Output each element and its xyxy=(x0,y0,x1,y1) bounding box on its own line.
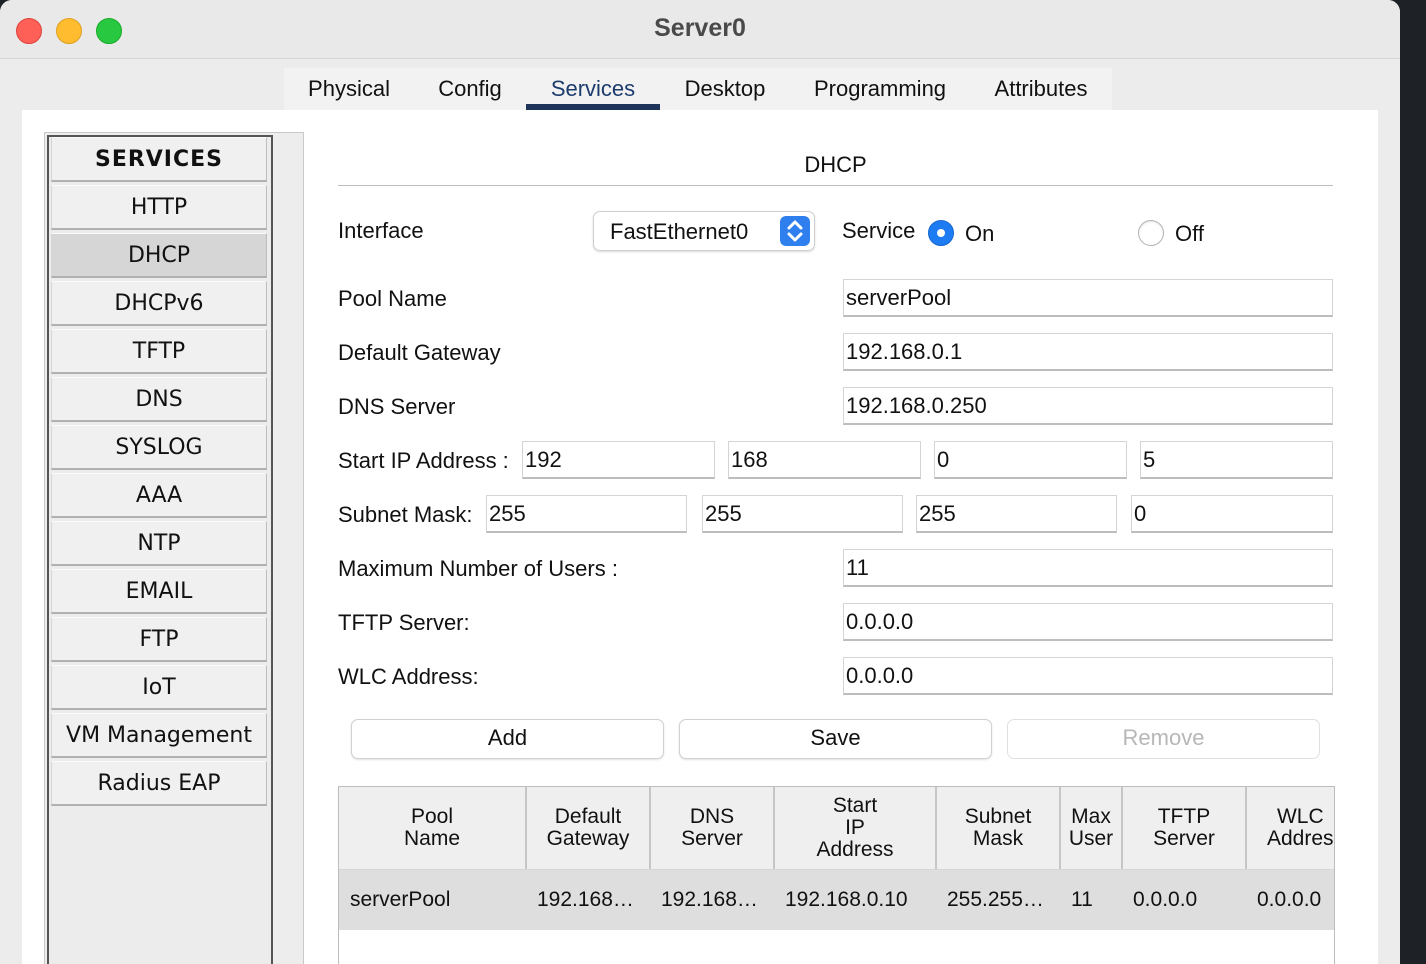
column-header-pool-name[interactable]: Pool Name xyxy=(339,787,527,869)
subnet-octet-1[interactable] xyxy=(486,495,687,533)
sidebar-item-aaa[interactable]: AAA xyxy=(51,473,267,518)
sidebar-item-http[interactable]: HTTP xyxy=(51,185,267,230)
dns-server-field[interactable] xyxy=(843,387,1333,425)
max-users-field[interactable] xyxy=(843,549,1333,587)
interface-value: FastEthernet0 xyxy=(610,219,749,244)
tab-desktop[interactable]: Desktop xyxy=(684,68,766,110)
service-on-label: On xyxy=(965,221,995,246)
column-header-tftp-server[interactable]: TFTP Server xyxy=(1123,787,1247,869)
sidebar-item-dhcp[interactable]: DHCP xyxy=(51,233,267,278)
column-header-subnet-mask[interactable]: Subnet Mask xyxy=(937,787,1061,869)
sidebar-item-radius-eap[interactable]: Radius EAP xyxy=(51,761,267,806)
table-header: Pool Name Default Gateway DNS Server Sta… xyxy=(339,787,1334,870)
tftp-server-label: TFTP Server: xyxy=(338,610,470,635)
sidebar-item-dns[interactable]: DNS xyxy=(51,377,267,422)
service-on-radio[interactable] xyxy=(928,220,954,246)
services-sidebar: SERVICES HTTP DHCP DHCPv6 TFTP DNS SYSLO… xyxy=(44,132,304,964)
subnet-octet-3[interactable] xyxy=(916,495,1117,533)
cell-dns-server: 192.168… xyxy=(661,888,758,911)
tftp-server-field[interactable] xyxy=(843,603,1333,641)
sidebar-item-iot[interactable]: IoT xyxy=(51,665,267,710)
column-header-dns-server[interactable]: DNS Server xyxy=(651,787,775,869)
tab-physical[interactable]: Physical xyxy=(308,68,390,110)
sidebar-item-email[interactable]: EMAIL xyxy=(51,569,267,614)
add-button[interactable]: Add xyxy=(351,719,664,759)
subnet-octet-4[interactable] xyxy=(1131,495,1333,533)
services-list: SERVICES HTTP DHCP DHCPv6 TFTP DNS SYSLO… xyxy=(47,135,273,964)
service-off-label: Off xyxy=(1175,221,1204,246)
start-ip-octet-2[interactable] xyxy=(728,441,921,479)
tab-programming[interactable]: Programming xyxy=(814,68,946,110)
service-off-radio[interactable] xyxy=(1138,220,1164,246)
tab-config[interactable]: Config xyxy=(438,68,502,110)
sidebar-item-ftp[interactable]: FTP xyxy=(51,617,267,662)
section-title: DHCP xyxy=(804,152,867,177)
tab-attributes[interactable]: Attributes xyxy=(994,68,1088,110)
pool-name-label: Pool Name xyxy=(338,286,447,311)
title-bar: Server0 xyxy=(0,0,1400,59)
interface-select[interactable]: FastEthernet0 xyxy=(593,211,815,251)
tab-services[interactable]: Services xyxy=(526,68,660,110)
section-divider xyxy=(338,185,1333,186)
column-header-wlc-address[interactable]: WLC Addres xyxy=(1247,787,1334,869)
default-gateway-label: Default Gateway xyxy=(338,340,501,365)
window-title: Server0 xyxy=(654,14,746,42)
sidebar-item-dhcpv6[interactable]: DHCPv6 xyxy=(51,281,267,326)
wlc-address-label: WLC Address: xyxy=(338,664,479,689)
subnet-mask-label: Subnet Mask: xyxy=(338,502,473,527)
column-header-default-gateway[interactable]: Default Gateway xyxy=(527,787,651,869)
cell-pool-name: serverPool xyxy=(350,888,451,911)
sidebar-item-vm-management[interactable]: VM Management xyxy=(51,713,267,758)
pool-name-field[interactable] xyxy=(843,279,1333,317)
cell-wlc-address: 0.0.0.0 xyxy=(1257,888,1322,911)
start-ip-octet-3[interactable] xyxy=(934,441,1127,479)
save-button[interactable]: Save xyxy=(679,719,992,759)
remove-button[interactable]: Remove xyxy=(1007,719,1320,759)
subnet-octet-2[interactable] xyxy=(702,495,903,533)
tab-bar: Physical Config Services Desktop Program… xyxy=(284,68,1112,110)
services-header: SERVICES xyxy=(51,137,267,182)
cell-tftp-server: 0.0.0.0 xyxy=(1133,888,1198,911)
default-gateway-field[interactable] xyxy=(843,333,1333,371)
column-header-max-user[interactable]: Max User xyxy=(1061,787,1123,869)
table-row[interactable]: serverPool 192.168… 192.168… 192.168.0.1… xyxy=(339,870,1334,930)
column-header-start-ip[interactable]: Start IP Address xyxy=(775,787,937,869)
app-window: Server0 Physical Config Services Desktop… xyxy=(0,0,1400,964)
sidebar-item-tftp[interactable]: TFTP xyxy=(51,329,267,374)
cell-max-user: 11 xyxy=(1071,888,1093,911)
start-ip-octet-1[interactable] xyxy=(522,441,715,479)
cell-default-gateway: 192.168… xyxy=(537,888,634,911)
dhcp-pools-table: Pool Name Default Gateway DNS Server Sta… xyxy=(338,786,1335,964)
start-ip-octet-4[interactable] xyxy=(1140,441,1333,479)
start-ip-label: Start IP Address : xyxy=(338,448,509,473)
service-label: Service xyxy=(842,218,916,243)
wlc-address-field[interactable] xyxy=(843,657,1333,695)
sidebar-item-ntp[interactable]: NTP xyxy=(51,521,267,566)
cell-start-ip: 192.168.0.10 xyxy=(785,888,908,911)
sidebar-item-syslog[interactable]: SYSLOG xyxy=(51,425,267,470)
max-users-label: Maximum Number of Users : xyxy=(338,556,618,581)
updown-chevron-icon xyxy=(780,216,810,246)
interface-label: Interface xyxy=(338,218,424,243)
dns-server-label: DNS Server xyxy=(338,394,456,419)
cell-subnet-mask: 255.255… xyxy=(947,888,1044,911)
